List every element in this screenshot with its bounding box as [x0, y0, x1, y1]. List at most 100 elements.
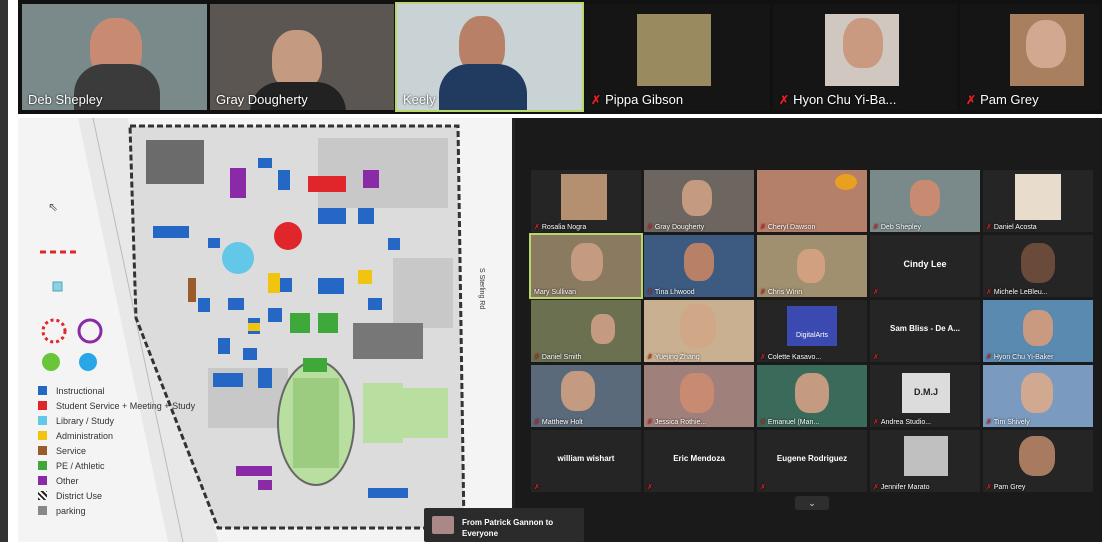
gallery-tile[interactable]: Cindy Lee ✗	[870, 235, 980, 297]
mouse-cursor-icon: ⇖	[48, 200, 59, 214]
participant-name: Andrea Studio...	[880, 419, 932, 426]
legend-item: Other	[38, 473, 195, 488]
legend-swatch	[38, 461, 47, 470]
chat-notification[interactable]: From Patrick Gannon to Everyone	[424, 508, 584, 542]
mic-muted-icon: ✗	[534, 224, 540, 231]
gallery-tile[interactable]: ✗ Gray Dougherty	[644, 170, 754, 232]
legend-item: parking	[38, 503, 195, 518]
participant-name: Jennifer Marato	[880, 484, 930, 491]
mic-muted-icon: ✗	[647, 419, 653, 426]
mic-muted-icon: ✗	[534, 419, 540, 426]
gallery-tile-active-speaker[interactable]: Mary Sullivan	[529, 233, 643, 299]
legend-swatch	[38, 506, 47, 515]
participant-name: Mary Sullivan	[534, 289, 577, 296]
mic-muted-icon: ✗	[986, 224, 992, 231]
legend-item: Administration	[38, 428, 195, 443]
participant-name: Gray Dougherty	[654, 224, 705, 231]
gallery-tile[interactable]: ✗ Michele LeBleu...	[983, 235, 1093, 297]
gallery-tile[interactable]: ✗ Hyon Chu Yi-Baker	[983, 300, 1093, 362]
legend-item: Service	[38, 443, 195, 458]
legend-swatch	[38, 431, 47, 440]
mic-muted-icon: ✗	[873, 484, 879, 491]
gallery-scroll-down-button[interactable]: ⌄	[795, 496, 829, 510]
participant-name-large: Eric Mendoza	[673, 454, 725, 463]
participant-name: Keely	[403, 92, 436, 107]
gallery-tile[interactable]: ✗ Matthew Holt	[531, 365, 641, 427]
mic-muted-icon: ✗	[873, 224, 879, 231]
gallery-tile[interactable]: ✗ Pam Grey	[983, 430, 1093, 492]
gallery-tile[interactable]: ✗ Yuejing Zhang	[644, 300, 754, 362]
participant-name: Hyon Chu Yi-Ba...	[793, 92, 897, 107]
legend-label: parking	[56, 505, 86, 516]
participant-name: Pam Grey	[993, 484, 1026, 491]
participant-name-large: Sam Bliss - De A...	[890, 324, 960, 333]
legend-label: Administration	[56, 430, 114, 441]
legend-item: Library / Study	[38, 413, 195, 428]
video-tile-gray-dougherty[interactable]: Gray Dougherty	[210, 4, 394, 110]
participant-name-large: Eugene Rodriguez	[776, 454, 848, 463]
shared-screen-campus-map: S Sterling Rd ⇖ Instructional Student Se…	[18, 118, 515, 542]
participant-name: Gray Dougherty	[216, 92, 308, 107]
legend-swatch	[38, 401, 47, 410]
andrea-studio-logo: D.M.J	[902, 373, 950, 413]
mic-muted-icon: ✗	[873, 289, 879, 296]
mic-muted-icon: ✗	[873, 419, 879, 426]
legend-item: District Use	[38, 488, 195, 503]
participant-name: Deb Shepley	[880, 224, 921, 231]
avatar	[432, 516, 454, 534]
participant-name: Pippa Gibson	[605, 92, 684, 107]
road-label: S Sterling Rd	[478, 268, 485, 309]
gallery-tile[interactable]: Sam Bliss - De A... ✗	[870, 300, 980, 362]
legend-swatch	[38, 386, 47, 395]
gallery-tile[interactable]: ✗ Deb Shepley	[870, 170, 980, 232]
video-tile-pippa-gibson[interactable]: ✗ Pippa Gibson	[585, 4, 770, 110]
gallery-tile[interactable]: ✗ Rosalia Nogra	[531, 170, 641, 232]
gallery-tile[interactable]: ✗ Tim Shively	[983, 365, 1093, 427]
meeting-main-area: S Sterling Rd ⇖ Instructional Student Se…	[18, 118, 1102, 542]
gallery-tile[interactable]: ✗ Jessica Rothie...	[644, 365, 754, 427]
mic-muted-icon: ✗	[760, 419, 766, 426]
legend-label: Library / Study	[56, 415, 115, 426]
participant-name: Matthew Holt	[541, 419, 583, 426]
mic-muted-icon: ✗	[647, 289, 653, 296]
participant-name: Tina Lhwood	[654, 289, 695, 296]
legend-label: PE / Athletic	[56, 460, 105, 471]
gallery-tile[interactable]: D.M.J ✗ Andrea Studio...	[870, 365, 980, 427]
mic-muted-icon: ✗	[760, 224, 766, 231]
gallery-tile[interactable]: ✗ Emanuel (Man...	[757, 365, 867, 427]
gallery-tile[interactable]: ✗ Cheryl Dawson	[757, 170, 867, 232]
gallery-tile[interactable]: Eugene Rodriguez ✗	[757, 430, 867, 492]
participant-name: Rosalia Nogra	[541, 224, 587, 231]
mic-muted-icon: ✗	[966, 93, 977, 107]
mic-muted-icon: ✗	[534, 484, 540, 491]
gallery-tile[interactable]: ✗ Jennifer Marato	[870, 430, 980, 492]
participant-name: Chris Winn	[767, 289, 803, 296]
participant-name: Yuejing Zhang	[654, 354, 700, 361]
mic-muted-icon: ✗	[647, 224, 653, 231]
legend-swatch	[38, 476, 47, 485]
gallery-tile[interactable]: ✗ Daniel Acosta	[983, 170, 1093, 232]
gallery-tile[interactable]: Eric Mendoza ✗	[644, 430, 754, 492]
gallery-tile[interactable]: ✗ Daniel Smith	[531, 300, 641, 362]
gallery-tile[interactable]: DigitalArts ✗ Colette Kasavo...	[757, 300, 867, 362]
gallery-tile[interactable]: ✗ Chris Winn	[757, 235, 867, 297]
legend-swatch	[38, 491, 47, 500]
participant-name: Michele LeBleu...	[993, 289, 1048, 296]
mic-muted-icon: ✗	[534, 354, 540, 361]
gallery-tile[interactable]: william wishart ✗	[531, 430, 641, 492]
video-tile-hyon-chu[interactable]: ✗ Hyon Chu Yi-Ba...	[773, 4, 957, 110]
mic-muted-icon: ✗	[760, 289, 766, 296]
mic-muted-icon: ✗	[647, 484, 653, 491]
mic-muted-icon: ✗	[986, 484, 992, 491]
legend-label: Other	[56, 475, 79, 486]
map-legend: Instructional Student Service + Meeting …	[38, 383, 195, 518]
gallery-tile[interactable]: ✗ Tina Lhwood	[644, 235, 754, 297]
video-tile-deb-shepley[interactable]: Deb Shepley	[22, 4, 207, 110]
mic-muted-icon: ✗	[873, 354, 879, 361]
video-tile-keely[interactable]: Keely	[395, 2, 584, 112]
mic-muted-icon: ✗	[986, 289, 992, 296]
legend-item: Instructional	[38, 383, 195, 398]
video-tile-pam-grey[interactable]: ✗ Pam Grey	[960, 4, 1100, 110]
mic-muted-icon: ✗	[591, 93, 602, 107]
participant-name: Daniel Smith	[541, 354, 582, 361]
